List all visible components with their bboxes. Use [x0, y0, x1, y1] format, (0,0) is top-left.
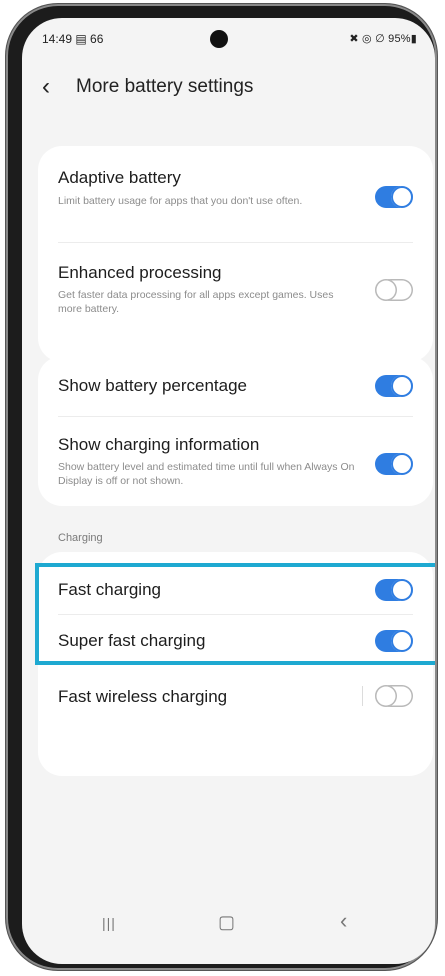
adaptive-battery-row[interactable]: Adaptive battery Limit battery usage for…	[38, 146, 433, 242]
show-battery-percentage-row[interactable]: Show battery percentage	[38, 356, 433, 416]
status-icons: ✖ ◎ ∅ 95%▮	[349, 33, 417, 45]
show-charging-information-label: Show charging information	[58, 435, 260, 454]
enhanced-processing-label: Enhanced processing	[58, 263, 222, 282]
show-charging-information-row[interactable]: Show charging information Show battery l…	[38, 417, 433, 505]
show-charging-information-toggle[interactable]	[375, 453, 413, 475]
screen: 14:49 ▤ 66 ✖ ◎ ∅ 95%▮ ‹ More battery set…	[22, 18, 435, 964]
adaptive-battery-label: Adaptive battery	[58, 168, 181, 187]
toggle-knob	[375, 685, 397, 707]
charging-section-label: Charging	[58, 532, 103, 544]
fast-wireless-charging-toggle[interactable]	[375, 685, 413, 707]
toggle-knob	[391, 186, 413, 208]
show-charging-information-description: Show battery level and estimated time un…	[58, 461, 355, 487]
toggle-knob	[375, 279, 397, 301]
adaptive-battery-toggle[interactable]	[375, 186, 413, 208]
divider	[362, 686, 363, 706]
enhanced-processing-row[interactable]: Enhanced processing Get faster data proc…	[38, 243, 433, 343]
phone-frame: 14:49 ▤ 66 ✖ ◎ ∅ 95%▮ ‹ More battery set…	[6, 4, 437, 970]
fast-wireless-charging-row[interactable]: Fast wireless charging	[38, 667, 433, 727]
adaptive-battery-description: Limit battery usage for apps that you do…	[58, 195, 303, 207]
battery-card: Adaptive battery Limit battery usage for…	[38, 146, 433, 362]
app-header: ‹ More battery settings	[22, 70, 435, 110]
enhanced-processing-toggle[interactable]	[375, 279, 413, 301]
display-info-card: Show battery percentage Show charging in…	[38, 356, 433, 506]
toggle-knob	[391, 453, 413, 475]
fast-wireless-charging-label: Fast wireless charging	[58, 687, 228, 706]
nav-back-icon[interactable]: ‹	[340, 908, 347, 934]
back-arrow-icon[interactable]: ‹	[42, 72, 50, 102]
status-bar: 14:49 ▤ 66 ✖ ◎ ∅ 95%▮	[22, 18, 435, 64]
show-battery-percentage-label: Show battery percentage	[58, 376, 248, 395]
home-icon[interactable]: ▢	[218, 912, 235, 933]
enhanced-processing-description: Get faster data processing for all apps …	[58, 289, 334, 315]
toggle-knob	[391, 375, 413, 397]
camera-cutout-icon	[210, 30, 228, 48]
recents-icon[interactable]: |||	[102, 915, 116, 931]
fast-charging-highlight-box	[35, 563, 435, 665]
status-time: 14:49 ▤ 66	[42, 32, 104, 46]
show-battery-percentage-toggle[interactable]	[375, 375, 413, 397]
page-title: More battery settings	[76, 76, 254, 97]
navigation-bar: ||| ▢ ‹	[22, 904, 435, 944]
